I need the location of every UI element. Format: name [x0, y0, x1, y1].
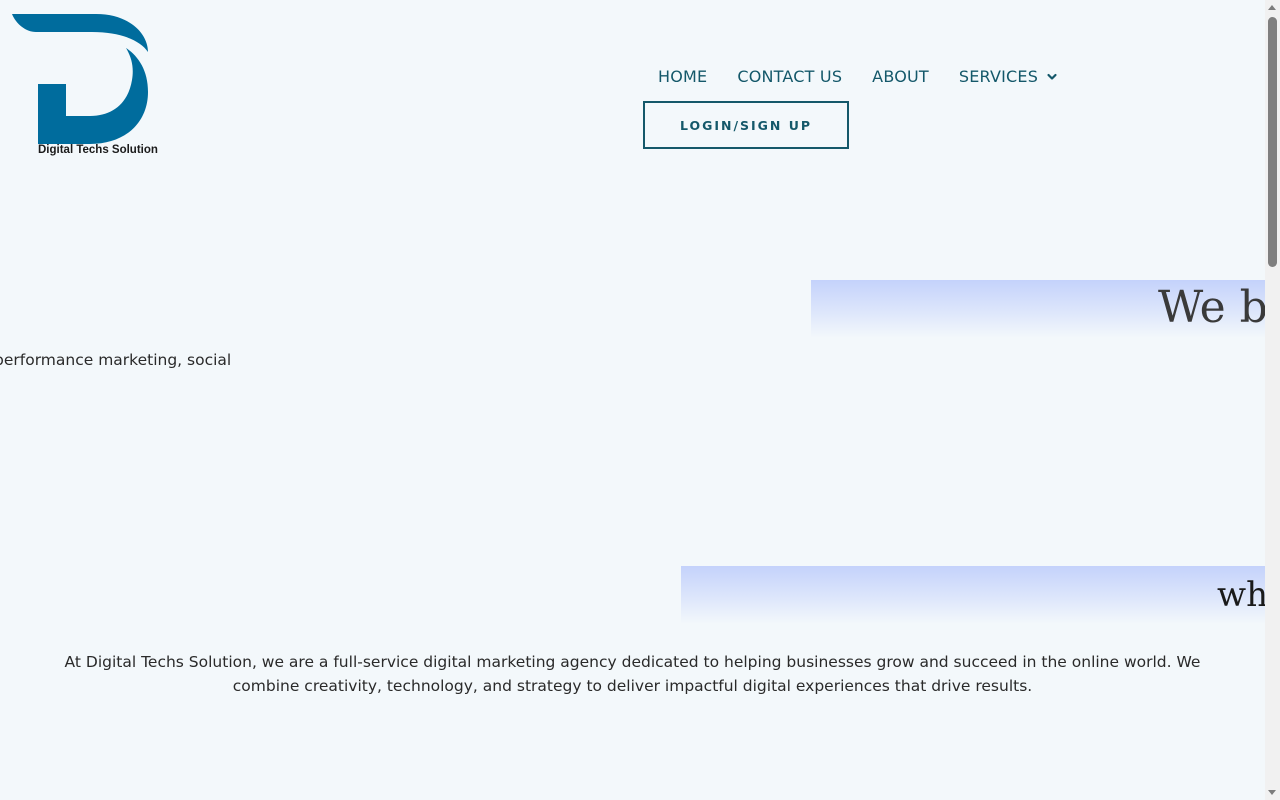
scroll-down-arrow-icon[interactable] [1268, 790, 1276, 795]
section-headline: wha [1217, 575, 1265, 615]
site-logo[interactable]: Digital Techs Solution [8, 12, 168, 162]
chevron-down-icon[interactable] [1046, 71, 1058, 83]
logo-mark-icon [12, 14, 148, 144]
hero-headline-band: We bu [811, 280, 1265, 338]
vertical-scrollbar[interactable] [1265, 0, 1280, 800]
hero-description: performance marketing, social [0, 351, 232, 369]
scroll-thumb[interactable] [1268, 17, 1277, 267]
logo-text: Digital Techs Solution [38, 144, 158, 156]
nav-contact-us[interactable]: CONTACT US [737, 66, 842, 88]
main-nav: HOME CONTACT US ABOUT SERVICES [658, 66, 1058, 88]
page: Digital Techs Solution HOME CONTACT US A… [0, 0, 1265, 800]
login-signup-button[interactable]: LOGIN/SIGN UP [643, 101, 849, 149]
nav-about[interactable]: ABOUT [872, 66, 929, 88]
hero-headline: We bu [1158, 282, 1265, 333]
scroll-up-arrow-icon[interactable] [1268, 5, 1276, 10]
nav-services-label: SERVICES [958, 67, 1039, 86]
nav-services[interactable]: SERVICES [959, 66, 1058, 88]
section-headline-band: wha [681, 566, 1265, 624]
about-paragraph: At Digital Techs Solution, we are a full… [64, 652, 1201, 695]
nav-home[interactable]: HOME [658, 66, 707, 88]
